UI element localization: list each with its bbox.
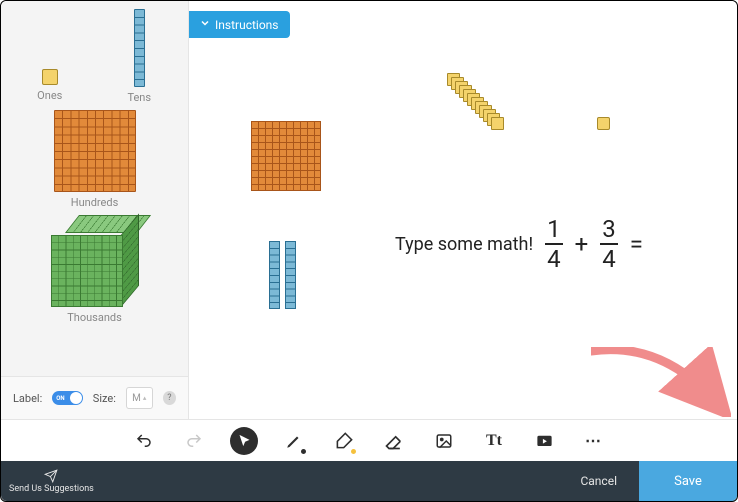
tens-block-icon: [134, 9, 145, 87]
placed-hundreds-block[interactable]: [251, 121, 321, 191]
fraction-2-den: 4: [600, 243, 618, 271]
ones-label: Ones: [37, 89, 62, 102]
palette-row-ones-tens: Ones Tens: [9, 9, 180, 104]
pen-color-dot-icon: [301, 449, 306, 454]
highlighter-color-dot-icon: [351, 449, 356, 454]
send-suggestions-label: Send Us Suggestions: [9, 484, 94, 494]
footer: Send Us Suggestions Cancel Save: [1, 461, 737, 501]
save-label: Save: [674, 474, 702, 489]
text-tool-button[interactable]: Tt: [480, 427, 508, 455]
redo-button[interactable]: [180, 427, 208, 455]
placed-tens-block-2[interactable]: [285, 241, 296, 309]
video-tool-button[interactable]: [530, 427, 558, 455]
fraction-2-num: 3: [600, 217, 618, 243]
plus-operator: +: [575, 230, 589, 258]
placed-ones-block[interactable]: [597, 117, 610, 130]
label-toggle-text: ON: [56, 395, 64, 402]
math-prompt: Type some math!: [395, 234, 533, 255]
palette-row-thousands: Thousands: [9, 215, 180, 324]
eraser-tool-button[interactable]: [380, 427, 408, 455]
app-frame: Ones Tens Hundreds: [1, 1, 737, 501]
save-button[interactable]: Save: [639, 461, 737, 501]
highlighter-tool-button[interactable]: [330, 427, 358, 455]
cancel-label: Cancel: [580, 474, 617, 488]
undo-button[interactable]: [130, 427, 158, 455]
fraction-1-num: 1: [545, 217, 563, 243]
size-caption: Size:: [93, 392, 116, 405]
send-suggestions-button[interactable]: Send Us Suggestions: [1, 469, 102, 494]
cancel-button[interactable]: Cancel: [558, 461, 639, 501]
manipulatives-sidebar: Ones Tens Hundreds: [1, 1, 189, 419]
hundreds-block-icon: [54, 110, 136, 192]
work-area: Ones Tens Hundreds: [1, 1, 737, 419]
placed-ones-stack[interactable]: [447, 73, 517, 143]
more-tools-button[interactable]: ⋯: [580, 427, 608, 455]
palette-thousands[interactable]: Thousands: [9, 215, 180, 324]
instructions-button[interactable]: Instructions: [189, 11, 290, 38]
palette: Ones Tens Hundreds: [1, 1, 188, 376]
ones-block-icon: [42, 69, 58, 85]
image-tool-button[interactable]: [430, 427, 458, 455]
thousands-label: Thousands: [67, 311, 122, 324]
palette-hundreds[interactable]: Hundreds: [9, 110, 180, 209]
palette-tens[interactable]: Tens: [99, 9, 181, 104]
hundreds-label: Hundreds: [71, 196, 119, 209]
palette-row-hundreds: Hundreds: [9, 110, 180, 209]
size-value: M: [132, 393, 141, 404]
placed-tens-block-1[interactable]: [269, 241, 280, 309]
fraction-1: 1 4: [545, 217, 563, 271]
math-expression[interactable]: Type some math! 1 4 + 3 4 =: [395, 217, 643, 271]
palette-ones[interactable]: Ones: [9, 9, 91, 104]
help-icon[interactable]: ?: [163, 391, 176, 405]
paper-plane-icon: [43, 469, 59, 483]
chevron-down-icon: [199, 17, 211, 32]
sidebar-controls: Label: ON Size: M ▴ ?: [1, 376, 188, 419]
toolbar: Tt ⋯: [1, 419, 737, 461]
equals-operator: =: [630, 230, 643, 258]
tens-label: Tens: [127, 91, 151, 104]
label-toggle[interactable]: ON: [52, 391, 83, 405]
select-tool-button[interactable]: [230, 427, 258, 455]
instructions-label: Instructions: [215, 18, 278, 32]
fraction-2: 3 4: [600, 217, 618, 271]
pen-tool-button[interactable]: [280, 427, 308, 455]
annotation-arrow-icon: [591, 347, 731, 417]
label-caption: Label:: [13, 392, 42, 405]
thousands-block-icon: [51, 215, 139, 307]
canvas[interactable]: Instructions Type some ma: [189, 1, 737, 419]
size-select[interactable]: M ▴: [126, 387, 153, 409]
chevron-up-icon: ▴: [143, 394, 147, 402]
fraction-1-den: 4: [545, 243, 563, 271]
